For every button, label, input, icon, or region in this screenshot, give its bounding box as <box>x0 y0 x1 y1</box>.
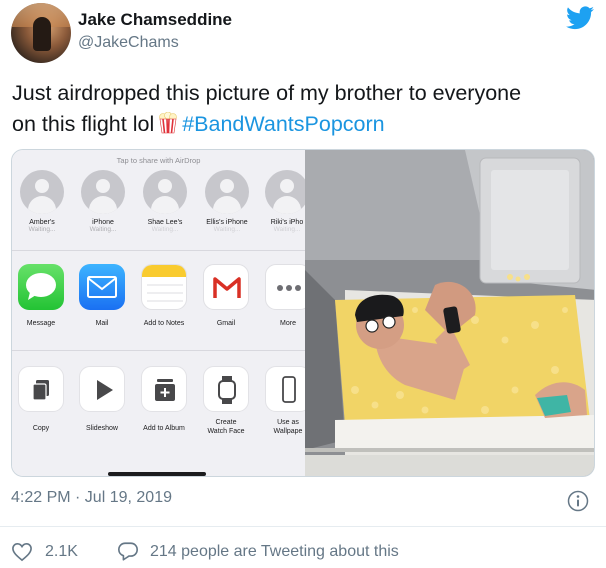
contact-status: Waiting... <box>89 226 117 233</box>
airdrop-contact: Shae Lee's Waiting... <box>136 170 194 233</box>
tweet-text-line2-text: on this flight lol <box>12 112 155 136</box>
tweet-divider <box>0 526 606 527</box>
gmail-icon <box>203 264 249 310</box>
share-action-label: Copy <box>32 425 50 432</box>
share-app-label: Message <box>26 320 56 327</box>
contact-name: Amber's <box>29 219 55 226</box>
tweet-text: Just airdropped this picture of my broth… <box>12 78 597 140</box>
contact-avatar-icon <box>20 170 64 214</box>
share-action-label: Slideshow <box>86 425 118 432</box>
mail-icon <box>79 264 125 310</box>
avatar-figure <box>33 17 51 51</box>
contact-avatar-icon <box>143 170 187 214</box>
contact-avatar-icon <box>205 170 249 214</box>
contact-name: Ellis's iPhone <box>206 219 248 226</box>
display-name[interactable]: Jake Chamseddine <box>78 10 232 30</box>
share-apps-row: Message Mail Add to Notes Gmail More <box>12 264 311 344</box>
share-app-gmail: Gmail <box>197 264 255 327</box>
watch-icon <box>203 366 249 412</box>
share-app-label: Mail <box>95 320 109 327</box>
user-handle[interactable]: @JakeChams <box>78 34 179 52</box>
popcorn-tub-photo <box>305 150 594 476</box>
copy-icon <box>18 366 64 412</box>
airdrop-contact: Ellis's iPhone Waiting... <box>198 170 256 233</box>
tweet-text-line2: on this flight lol #BandWantsPopcorn <box>12 109 597 140</box>
share-action-slideshow: Slideshow <box>73 366 131 433</box>
add-album-icon <box>141 366 187 412</box>
tweet-text-line1: Just airdropped this picture of my broth… <box>12 81 522 105</box>
messages-icon <box>18 264 64 310</box>
share-action-copy: Copy <box>12 366 70 433</box>
avatar[interactable] <box>11 3 71 63</box>
contact-name: Shae Lee's <box>147 219 183 226</box>
contact-status: Waiting... <box>151 226 179 233</box>
share-row-divider <box>12 350 305 351</box>
tweet-media[interactable]: Tap to share with AirDrop Amber's Waitin… <box>11 149 595 477</box>
share-action-label: Add to Album <box>143 425 185 432</box>
tweeting-about-link[interactable]: 214 people are Tweeting about this <box>150 543 399 561</box>
contact-avatar-icon <box>81 170 125 214</box>
share-app-mail: Mail <box>73 264 131 327</box>
contact-status: Waiting... <box>213 226 241 233</box>
share-actions-row: Copy Slideshow Add to Album Create Watch … <box>12 366 311 456</box>
share-action-add-to-album: Add to Album <box>135 366 193 433</box>
share-app-label: Gmail <box>216 320 236 327</box>
like-count[interactable]: 2.1K <box>45 543 78 561</box>
info-icon[interactable] <box>567 490 589 512</box>
share-app-message: Message <box>12 264 70 327</box>
share-sheet-screenshot: Tap to share with AirDrop Amber's Waitin… <box>12 150 311 476</box>
share-app-label: Add to Notes <box>143 320 185 327</box>
airdrop-contact: Amber's Waiting... <box>13 170 71 233</box>
tweet-timestamp[interactable]: 4:22 PM · Jul 19, 2019 <box>11 489 172 507</box>
contact-status: Waiting... <box>28 226 56 233</box>
share-action-create-watch-face: Create Watch Face <box>197 366 255 436</box>
airdrop-contacts-row: Amber's Waiting... iPhone Waiting... Sha… <box>12 170 309 250</box>
popcorn-emoji-icon <box>159 112 178 134</box>
contact-avatar-icon <box>265 170 309 214</box>
home-indicator <box>108 472 206 476</box>
share-row-divider <box>12 250 305 251</box>
contact-name: iPhone <box>92 219 114 226</box>
share-action-label: Create Watch Face <box>207 419 245 435</box>
play-icon <box>79 366 125 412</box>
notes-icon <box>141 264 187 310</box>
twitter-bird-icon[interactable] <box>566 6 594 30</box>
comment-icon[interactable] <box>117 541 139 562</box>
hashtag-link[interactable]: #BandWantsPopcorn <box>182 112 384 136</box>
heart-icon[interactable] <box>11 542 33 562</box>
airdrop-title: Tap to share with AirDrop <box>116 156 201 165</box>
airdrop-contact: iPhone Waiting... <box>74 170 132 233</box>
share-app-notes: Add to Notes <box>135 264 193 327</box>
